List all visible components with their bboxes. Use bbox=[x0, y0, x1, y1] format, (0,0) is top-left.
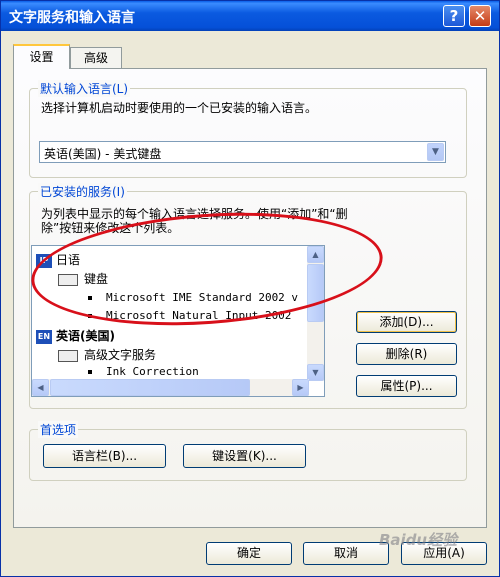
installed-services-description-2: 除”按钮来修改这个列表。 bbox=[41, 221, 180, 235]
ok-button[interactable]: 确定 bbox=[206, 542, 292, 565]
tree-item-label: 高级文字服务 bbox=[84, 348, 157, 362]
tree-item-label: Ink Correction bbox=[106, 365, 199, 378]
japanese-language-icon: JP bbox=[36, 253, 52, 268]
bullet-icon bbox=[88, 370, 92, 374]
tree-item-label: 键盘 bbox=[84, 272, 109, 286]
tree-item-ime-standard[interactable]: Microsoft IME Standard 2002 v bbox=[88, 291, 298, 304]
tree-item-ink-correction[interactable]: Ink Correction bbox=[88, 365, 199, 378]
window-title: 文字服务和输入语言 bbox=[9, 10, 135, 26]
title-bar[interactable]: 文字服务和输入语言 ? ✕ bbox=[1, 1, 499, 31]
chevron-down-icon[interactable]: ▼ bbox=[427, 143, 444, 161]
default-language-legend: 默认输入语言(L) bbox=[38, 80, 131, 97]
language-bar-button[interactable]: 语言栏(B)... bbox=[43, 444, 166, 468]
default-language-select[interactable]: 英语(美国) - 美式键盘 ▼ bbox=[39, 141, 446, 163]
cancel-button[interactable]: 取消 bbox=[303, 542, 389, 565]
tree-item-label: Microsoft Natural Input 2002 bbox=[106, 309, 292, 322]
english-language-icon: EN bbox=[36, 329, 52, 344]
add-button[interactable]: 添加(D)... bbox=[356, 311, 457, 333]
dialog-window: 文字服务和输入语言 ? ✕ 设置 高级 默认输入语言(L) 选择计算机启动时要使… bbox=[0, 0, 500, 577]
tree-item-label: 日语 bbox=[56, 253, 81, 267]
tab-advanced[interactable]: 高级 bbox=[70, 47, 122, 69]
help-button[interactable]: ? bbox=[443, 5, 465, 27]
scroll-left-icon[interactable]: ◀ bbox=[32, 379, 49, 396]
preferences-legend: 首选项 bbox=[38, 421, 79, 438]
vertical-scrollbar[interactable]: ▲ ▼ bbox=[307, 246, 324, 381]
key-settings-button[interactable]: 键设置(K)... bbox=[183, 444, 306, 468]
scroll-right-icon[interactable]: ▶ bbox=[292, 379, 309, 396]
tree-item-advanced-text-services[interactable]: 高级文字服务 bbox=[58, 346, 156, 363]
bullet-icon bbox=[88, 314, 92, 318]
scroll-down-icon[interactable]: ▼ bbox=[307, 364, 324, 381]
horizontal-scrollbar[interactable]: ◀ ▶ bbox=[32, 379, 309, 396]
bullet-icon bbox=[88, 296, 92, 300]
vertical-scroll-thumb[interactable] bbox=[307, 264, 324, 322]
close-button[interactable]: ✕ bbox=[469, 5, 491, 27]
tree-item-japanese[interactable]: JP 日语 bbox=[36, 251, 80, 268]
remove-button[interactable]: 删除(R) bbox=[356, 343, 457, 365]
tree-item-natural-input[interactable]: Microsoft Natural Input 2002 bbox=[88, 309, 291, 322]
watermark-logo: Baidu经验 bbox=[379, 531, 458, 549]
scroll-up-icon[interactable]: ▲ bbox=[307, 246, 324, 263]
properties-button[interactable]: 属性(P)... bbox=[356, 375, 457, 397]
keyboard-icon bbox=[58, 273, 78, 286]
tree-item-label: Microsoft IME Standard 2002 v bbox=[106, 291, 299, 304]
tree-item-english[interactable]: EN 英语(美国) bbox=[36, 327, 115, 344]
services-tree[interactable]: JP 日语 键盘 Microsoft IME Standard 2002 v Mi… bbox=[31, 245, 325, 397]
tree-item-keyboard[interactable]: 键盘 bbox=[58, 270, 108, 287]
default-language-description: 选择计算机启动时要使用的一个已安装的输入语言。 bbox=[41, 101, 318, 115]
tab-settings[interactable]: 设置 bbox=[13, 44, 70, 69]
installed-services-legend: 已安装的服务(I) bbox=[38, 183, 127, 200]
horizontal-scroll-thumb[interactable] bbox=[50, 379, 250, 396]
text-services-icon bbox=[58, 349, 78, 362]
default-language-value: 英语(美国) - 美式键盘 bbox=[44, 147, 162, 161]
tree-item-label: 英语(美国) bbox=[56, 329, 115, 343]
